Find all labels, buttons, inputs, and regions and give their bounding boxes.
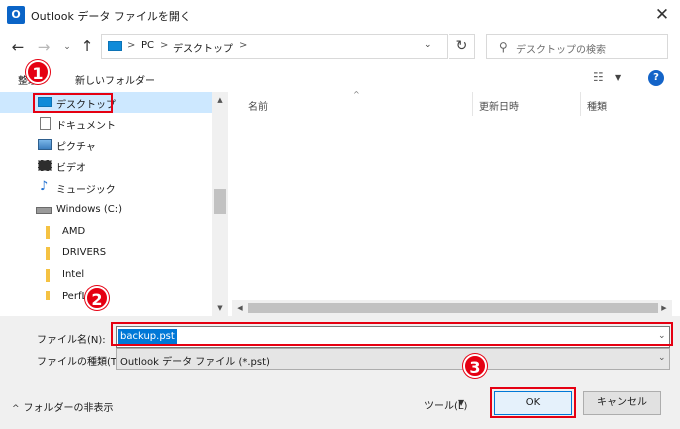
nav-item-label: ドキュメント [56,121,116,132]
breadcrumb-desktop[interactable]: デスクトップ [173,40,233,55]
nav-item-label: DRIVERS [62,247,107,258]
search-placeholder: デスクトップの検索 [516,45,606,56]
title-bar: O Outlook データ ファイルを開く ✕ [0,0,680,31]
address-bar[interactable]: > PC > デスクトップ > ⌄ [101,34,448,59]
column-header-name[interactable]: 名前 [248,98,268,116]
pc-icon [108,41,122,51]
breadcrumb-separator: > [160,40,169,51]
tools-dropdown-icon[interactable]: ▼ [458,398,464,407]
nav-scrollbar-thumb[interactable] [214,189,226,214]
view-dropdown-icon[interactable]: ▼ [615,73,621,82]
window-title: Outlook データ ファイルを開く [31,10,191,23]
music-icon: ♪ [40,179,49,194]
filetype-dropdown-icon[interactable]: ⌄ [658,353,666,363]
filetype-value: Outlook データ ファイル (*.pst) [120,357,270,368]
new-folder-button[interactable]: 新しいフォルダー [75,72,155,87]
search-icon: ⚲ [499,40,508,54]
step-number-1: 1 [26,60,50,84]
nav-item-label: Windows (C:) [56,204,122,215]
column-header-type[interactable]: 種類 [587,98,607,116]
scroll-right-icon[interactable]: ▶ [656,300,672,316]
scroll-down-icon[interactable]: ▼ [212,300,228,316]
nav-item-folder-drivers[interactable]: DRIVERS [0,243,212,264]
navigation-pane: デスクトップ ドキュメント ピクチャ ビデオ ♪ ミュージック Windows … [0,92,228,316]
address-dropdown-icon[interactable]: ⌄ [424,40,432,50]
column-header-modified[interactable]: 更新日時 [479,98,519,116]
nav-item-music[interactable]: ♪ ミュージック [0,177,212,198]
breadcrumb-separator: > [127,40,136,51]
breadcrumb-pc[interactable]: PC [141,40,154,51]
nav-item-windows-drive[interactable]: Windows (C:) [0,200,212,221]
recent-locations-chevron-icon[interactable]: ⌄ [61,40,73,54]
back-arrow-icon[interactable]: ← [9,38,27,56]
up-arrow-icon[interactable]: ↑ [78,37,96,55]
nav-item-folder-amd[interactable]: AMD [0,222,212,243]
refresh-icon[interactable]: ↻ [449,34,475,59]
step-number-3: 3 [463,354,487,378]
nav-item-label: ピクチャ [56,142,96,153]
nav-item-label: ミュージック [56,185,116,196]
horizontal-scrollbar-thumb[interactable] [248,303,658,313]
hide-folders-button[interactable]: ^ フォルダーの非表示 [12,399,114,414]
filetype-select[interactable]: Outlook データ ファイル (*.pst) ⌄ [116,348,670,370]
nav-item-pictures[interactable]: ピクチャ [0,134,212,155]
chevron-up-icon: ^ [12,404,20,414]
breadcrumb-separator[interactable]: > [239,40,247,51]
folder-icon [46,226,50,239]
sort-caret-icon: ^ [353,90,360,99]
nav-item-label: ビデオ [56,163,86,174]
cancel-button[interactable]: キャンセル [583,391,661,415]
file-list[interactable]: ^ 名前 更新日時 種類 ◀ ▶ [232,90,672,316]
documents-icon [40,117,51,130]
filename-label: ファイル名(N): [37,335,106,346]
nav-item-label: AMD [62,226,86,237]
nav-item-label: Intel [62,269,85,280]
annotation-highlight-filename [111,322,673,346]
folder-icon [46,247,50,260]
hide-folders-label: フォルダーの非表示 [23,403,114,414]
search-box[interactable]: ⚲ デスクトップの検索 [486,34,668,59]
help-icon[interactable]: ? [648,70,664,86]
annotation-highlight-ok [490,387,576,418]
annotation-highlight-desktop [33,93,113,113]
videos-icon [38,160,52,171]
folder-icon [46,291,50,300]
view-options-icon[interactable]: ☷ [593,70,604,84]
filetype-label: ファイルの種類(T): [37,357,125,368]
scroll-up-icon[interactable]: ▲ [212,92,228,108]
forward-arrow-icon[interactable]: → [35,38,53,56]
step-number-2: 2 [85,286,109,310]
column-divider[interactable] [580,92,581,116]
nav-item-videos[interactable]: ビデオ [0,155,212,176]
close-icon[interactable]: ✕ [647,2,677,29]
scroll-left-icon[interactable]: ◀ [232,300,248,316]
outlook-icon: O [7,6,25,24]
pictures-icon [38,139,52,150]
nav-item-documents[interactable]: ドキュメント [0,113,212,134]
nav-item-folder-intel[interactable]: Intel [0,265,212,286]
toolbar: 整理 ▼ 新しいフォルダー ☷ ▼ ? [0,64,680,92]
column-divider[interactable] [472,92,473,116]
drive-icon [36,207,52,214]
folder-icon [46,269,50,282]
